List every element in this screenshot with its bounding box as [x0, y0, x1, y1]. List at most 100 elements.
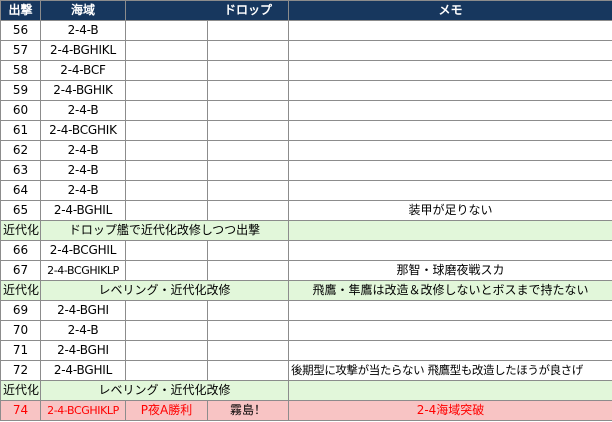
- row-label: 近代化: [0, 280, 41, 301]
- area-route: 2-4-BCGHIKLP: [40, 260, 126, 281]
- modernization-text: ドロップ艦で近代化改修しつつ出撃: [39, 220, 290, 241]
- drop-cell: [206, 260, 290, 281]
- memo-cell: [288, 380, 612, 401]
- area-route: 2-4-BCGHIKLP: [40, 400, 126, 421]
- memo-cell: [288, 220, 612, 241]
- area-route: 2-4-B: [40, 160, 126, 181]
- drop-cell: P夜A勝利: [125, 400, 208, 421]
- drop-cell: [206, 40, 290, 61]
- drop-cell: [125, 320, 208, 341]
- drop-cell: [125, 180, 208, 201]
- sortie-number: 66: [0, 240, 41, 261]
- area-route: 2-4-B: [40, 100, 126, 121]
- sortie-number: 62: [0, 140, 41, 161]
- memo-cell: 飛鷹・隼鷹は改造＆改修しないとボスまで持たない: [288, 280, 612, 301]
- sortie-log-table: 出撃 海域 ドロップ メモ 56 2-4-B 57 2-4-BGHIKL 58 …: [0, 0, 612, 421]
- modernization-row: 近代化 レベリング・近代化改修: [0, 380, 612, 401]
- table-row: 69 2-4-BGHI: [0, 300, 612, 321]
- area-route: 2-4-BGHIL: [40, 360, 126, 381]
- area-route: 2-4-B: [40, 180, 126, 201]
- sortie-number: 61: [0, 120, 41, 141]
- area-route: 2-4-BCF: [40, 60, 126, 81]
- table-row: 70 2-4-B: [0, 320, 612, 341]
- drop-cell: [125, 300, 208, 321]
- table-row: 65 2-4-BGHIL 装甲が足りない: [0, 200, 612, 221]
- sortie-number: 72: [0, 360, 41, 381]
- area-route: 2-4-BGHIKL: [40, 40, 126, 61]
- drop-cell: [206, 80, 290, 101]
- header-drop: ドロップ: [124, 0, 290, 21]
- memo-cell: [288, 140, 612, 161]
- area-route: 2-4-BGHI: [40, 340, 126, 361]
- area-route: 2-4-B: [40, 140, 126, 161]
- sortie-number: 69: [0, 300, 41, 321]
- table-row: 72 2-4-BGHIL 後期型に攻撃が当たらない 飛鷹型も改造したほうが良さげ: [0, 360, 612, 381]
- table-row: 57 2-4-BGHIKL: [0, 40, 612, 61]
- sortie-number: 67: [0, 260, 41, 281]
- table-row: 60 2-4-B: [0, 100, 612, 121]
- drop-cell: [125, 160, 208, 181]
- row-label: 近代化: [0, 220, 41, 241]
- sortie-number: 60: [0, 100, 41, 121]
- table-row: 63 2-4-B: [0, 160, 612, 181]
- drop-cell: [125, 60, 208, 81]
- header-row: 出撃 海域 ドロップ メモ: [0, 0, 612, 21]
- table-row: 71 2-4-BGHI: [0, 340, 612, 361]
- sortie-number: 74: [0, 400, 41, 421]
- drop-cell: [206, 160, 290, 181]
- memo-cell: [288, 60, 612, 81]
- drop-cell: [206, 240, 290, 261]
- memo-cell: [288, 300, 612, 321]
- table-row: 58 2-4-BCF: [0, 60, 612, 81]
- memo-cell: [288, 240, 612, 261]
- area-route: 2-4-BGHIK: [40, 80, 126, 101]
- area-route: 2-4-BGHI: [40, 300, 126, 321]
- memo-cell: [288, 80, 612, 101]
- drop-cell: [125, 200, 208, 221]
- header-sortie: 出撃: [0, 0, 41, 21]
- table-row-highlight: 74 2-4-BCGHIKLP P夜A勝利 霧島！ 2-4海域突破: [0, 400, 612, 421]
- sortie-number: 70: [0, 320, 41, 341]
- memo-cell: [288, 100, 612, 121]
- drop-cell: [206, 360, 290, 381]
- memo-cell: [288, 160, 612, 181]
- table-row: 62 2-4-B: [0, 140, 612, 161]
- drop-cell: [125, 120, 208, 141]
- modernization-row: 近代化 レベリング・近代化改修 飛鷹・隼鷹は改造＆改修しないとボスまで持たない: [0, 280, 612, 301]
- table-row: 66 2-4-BCGHIL: [0, 240, 612, 261]
- memo-cell: [288, 40, 612, 61]
- sortie-number: 71: [0, 340, 41, 361]
- area-route: 2-4-BGHIL: [40, 200, 126, 221]
- sortie-number: 64: [0, 180, 41, 201]
- memo-cell: 装甲が足りない: [288, 200, 612, 221]
- drop-cell: [125, 360, 208, 381]
- drop-cell: [206, 120, 290, 141]
- drop-cell: [206, 100, 290, 121]
- sortie-number: 65: [0, 200, 41, 221]
- area-route: 2-4-B: [40, 20, 126, 41]
- sortie-number: 63: [0, 160, 41, 181]
- table-row: 64 2-4-B: [0, 180, 612, 201]
- drop-cell: [125, 140, 208, 161]
- drop-cell: [206, 200, 290, 221]
- modernization-row: 近代化 ドロップ艦で近代化改修しつつ出撃: [0, 220, 612, 241]
- table-row: 56 2-4-B: [0, 20, 612, 41]
- memo-cell: [288, 180, 612, 201]
- drop-cell: [125, 20, 208, 41]
- memo-cell: [288, 120, 612, 141]
- drop-cell: [125, 40, 208, 61]
- table-row: 67 2-4-BCGHIKLP 那智・球磨夜戦スカ: [0, 260, 612, 281]
- row-label: 近代化: [0, 380, 41, 401]
- memo-cell: 2-4海域突破: [288, 400, 612, 421]
- drop-cell: [125, 340, 208, 361]
- memo-cell: [288, 20, 612, 41]
- drop-cell: [206, 20, 290, 41]
- sortie-number: 57: [0, 40, 41, 61]
- drop-cell: [125, 260, 208, 281]
- area-route: 2-4-BCGHIK: [40, 120, 126, 141]
- drop-cell: [206, 180, 290, 201]
- area-route: 2-4-BCGHIL: [40, 240, 126, 261]
- drop-cell: 霧島！: [206, 400, 290, 421]
- header-area: 海域: [40, 0, 126, 21]
- drop-cell: [206, 340, 290, 361]
